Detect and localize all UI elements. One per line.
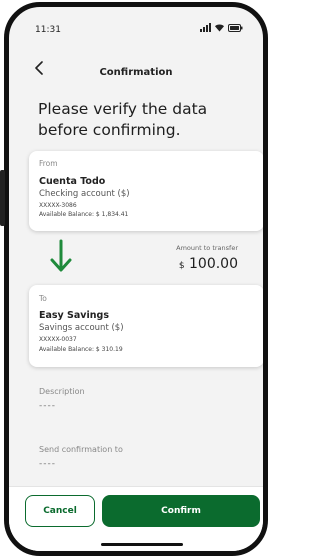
to-account-balance: Available Balance: $ 310.19	[39, 346, 123, 353]
amount-value: $ 100.00	[179, 256, 238, 272]
from-account-balance: Available Balance: $ 1,834.41	[39, 211, 129, 218]
amount-number: 100.00	[189, 256, 238, 272]
status-bar: 11:31	[9, 7, 263, 47]
signal-icon	[200, 23, 211, 32]
to-label: To	[39, 294, 47, 303]
amount-label: Amount to transfer	[176, 244, 238, 252]
description-label: Description	[39, 387, 85, 396]
status-time: 11:31	[35, 25, 61, 35]
from-label: From	[39, 159, 58, 168]
confirm-button[interactable]: Confirm	[102, 495, 260, 527]
from-account-number: XXXXX-3086	[39, 202, 77, 209]
status-icons	[200, 23, 243, 32]
arrow-down-icon	[49, 239, 73, 275]
cancel-button[interactable]: Cancel	[25, 495, 95, 527]
to-account-name: Easy Savings	[39, 310, 109, 321]
to-account-card: To Easy Savings Savings account ($) XXXX…	[29, 285, 263, 367]
send-confirmation-value: ----	[39, 459, 56, 469]
page-title: Confirmation	[99, 67, 173, 78]
send-confirmation-label: Send confirmation to	[39, 445, 123, 454]
verify-heading: Please verify the data before confirming…	[38, 100, 208, 139]
phone-screen: 11:31 Confirmation Please verify the dat…	[4, 2, 268, 556]
description-value: ----	[39, 401, 56, 411]
header: Confirmation	[9, 57, 263, 87]
battery-icon	[228, 24, 243, 32]
amount-currency: $	[178, 261, 185, 271]
to-account-type: Savings account ($)	[39, 323, 124, 333]
to-account-number: XXXXX-0037	[39, 336, 77, 343]
from-account-card: From Cuenta Todo Checking account ($) XX…	[29, 151, 263, 231]
from-account-type: Checking account ($)	[39, 189, 130, 199]
action-bar: Cancel Confirm	[9, 486, 263, 551]
from-account-name: Cuenta Todo	[39, 176, 106, 187]
side-button	[0, 170, 5, 226]
wifi-icon	[214, 23, 225, 32]
device-frame: 11:31 Confirmation Please verify the dat…	[0, 0, 272, 560]
home-indicator	[101, 543, 183, 546]
